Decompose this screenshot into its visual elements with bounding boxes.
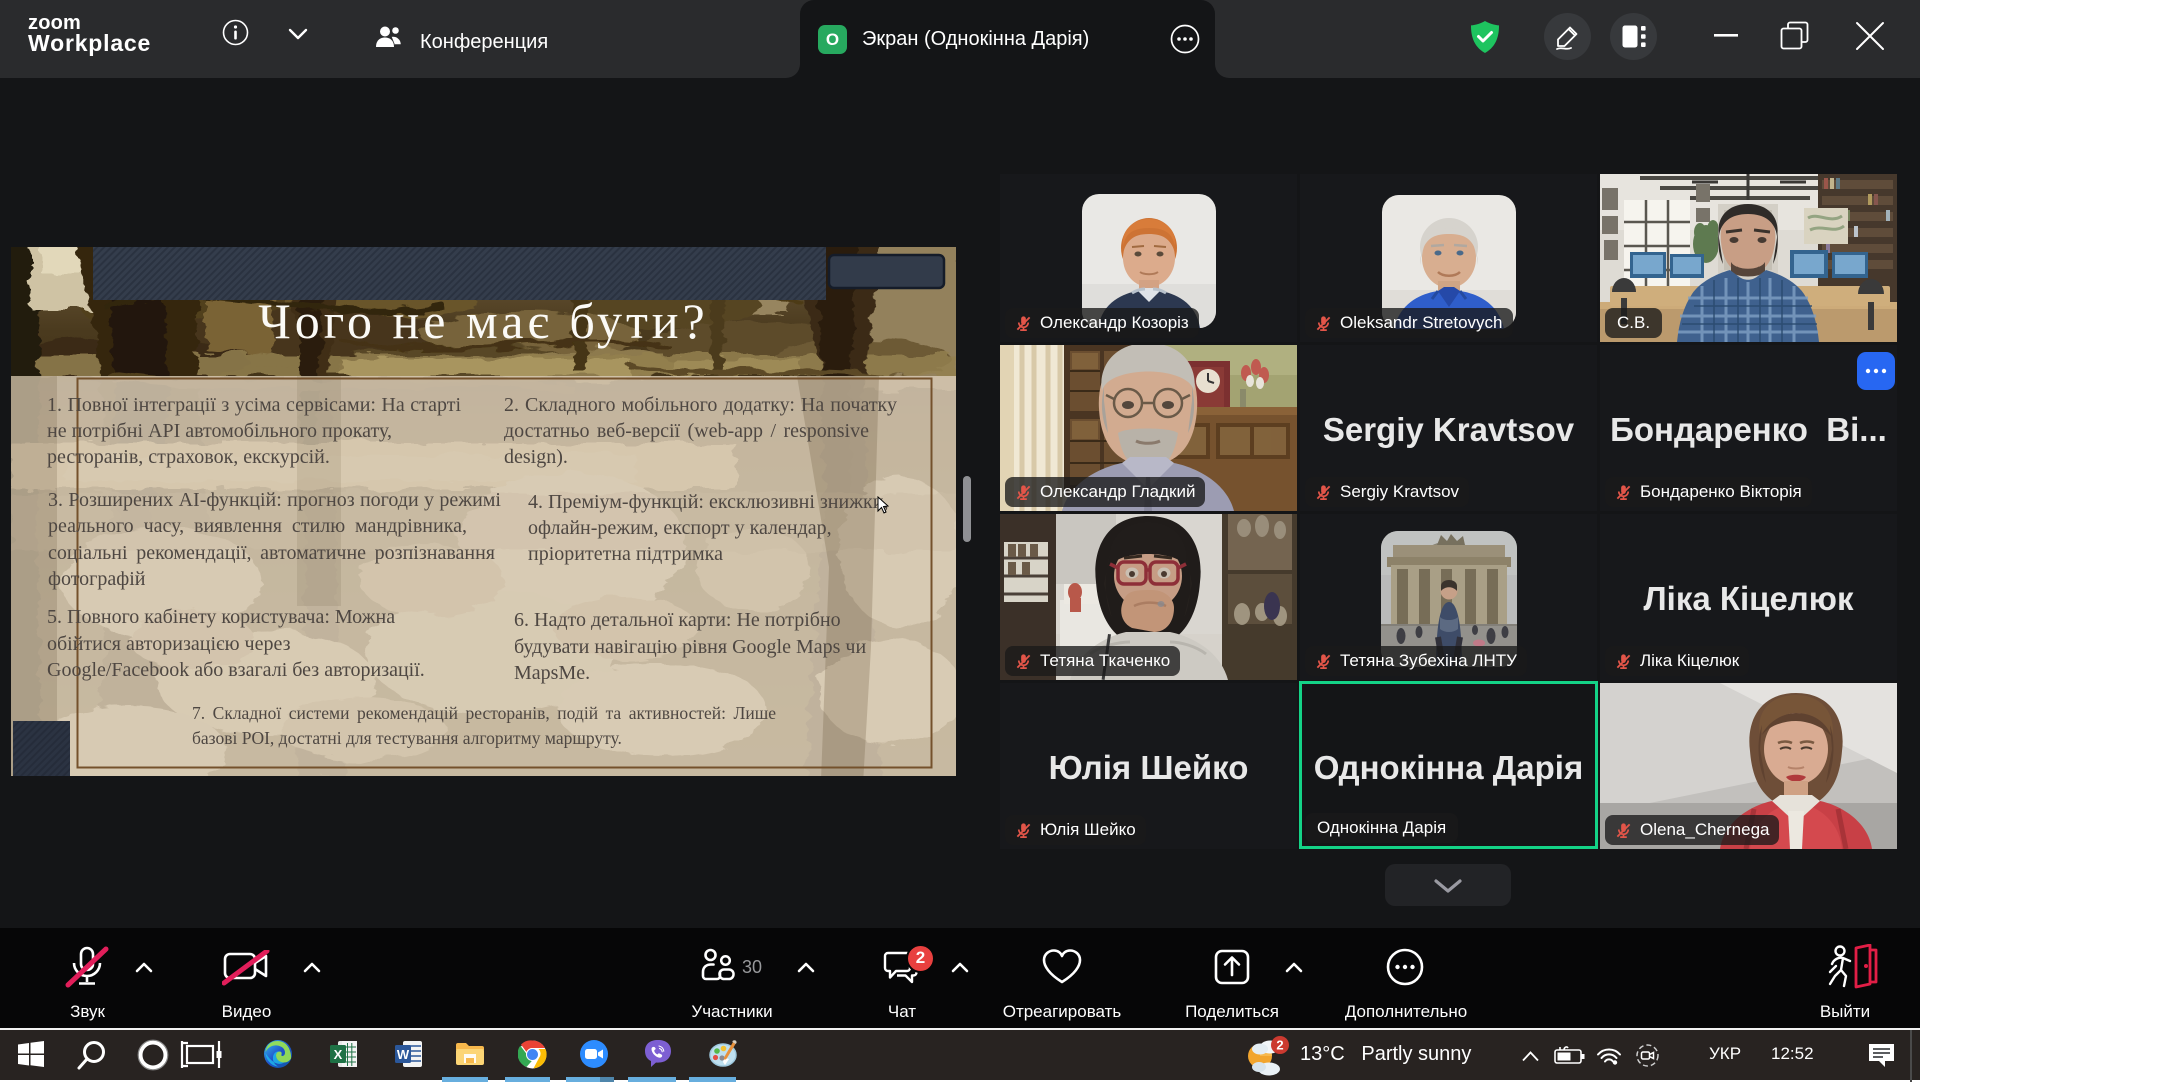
- svg-text:X: X: [334, 1047, 343, 1062]
- svg-text:W: W: [397, 1047, 410, 1062]
- svg-text:2: 2: [1276, 1038, 1283, 1053]
